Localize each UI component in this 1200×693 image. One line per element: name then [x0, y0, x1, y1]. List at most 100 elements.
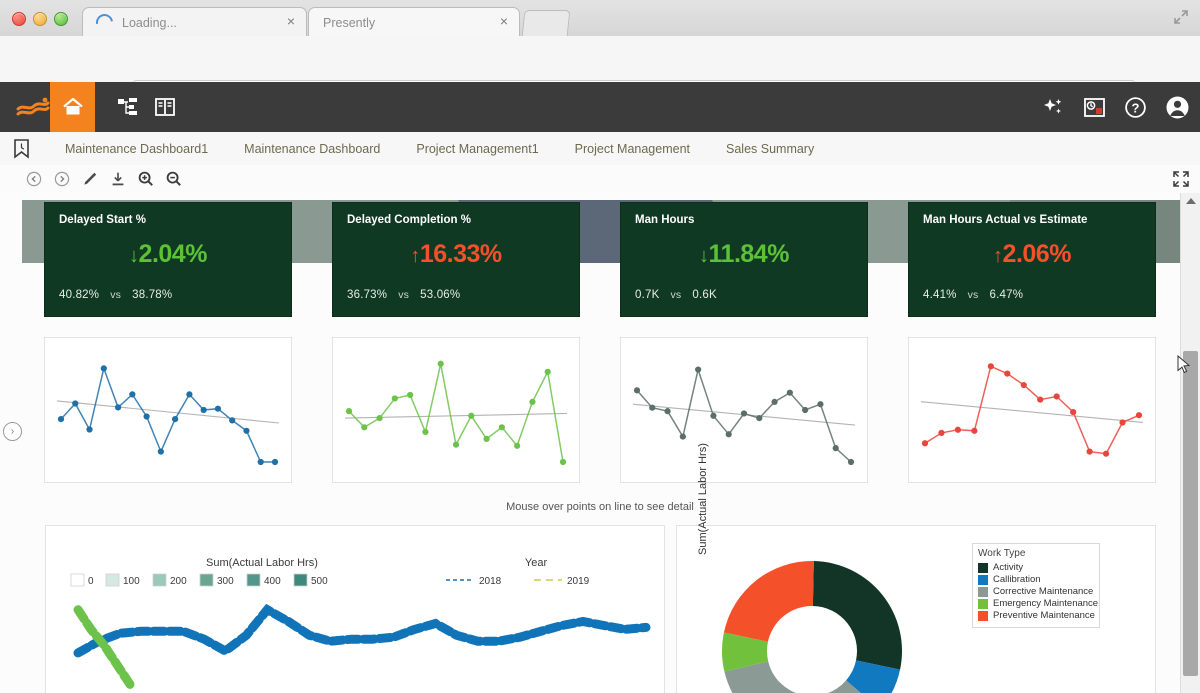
vertical-scrollbar[interactable] — [1180, 193, 1200, 693]
kpi-value: ↑16.33% — [333, 240, 579, 269]
window-controls — [12, 12, 68, 26]
line-chart-panel[interactable]: Sum(Actual Labor Hrs)0100200300400500Yea… — [45, 525, 665, 693]
kpi-trend-arrow: ↑ — [410, 245, 420, 267]
scroll-up-arrow-icon[interactable] — [1186, 198, 1196, 204]
browser-toolbar: » — [0, 36, 1200, 83]
line-series-2018 — [78, 610, 646, 653]
legend-label: Emergency Maintenance — [993, 598, 1098, 609]
forward-circle-icon[interactable] — [54, 171, 70, 187]
minimize-window-button[interactable] — [33, 12, 47, 26]
legend-label: Callibration — [993, 574, 1041, 585]
kpi-vs-label: vs — [110, 289, 121, 301]
sheet-tab-sales-summary[interactable]: Sales Summary — [708, 142, 832, 156]
header-actions: ? — [1041, 82, 1190, 132]
kpi-card-man-hours-actual-vs-estimate[interactable]: Man Hours Actual vs Estimate ↑2.06% 4.41… — [908, 202, 1156, 317]
svg-text:100: 100 — [123, 576, 140, 587]
left-panel-toggle[interactable]: › — [3, 422, 22, 441]
new-tab-button[interactable] — [522, 10, 571, 37]
sheet-tab-bar: Maintenance Dashboard1 Maintenance Dashb… — [0, 132, 1200, 166]
kpi-trend-arrow: ↑ — [993, 245, 1003, 267]
kpi-title: Man Hours Actual vs Estimate — [923, 214, 1087, 226]
user-avatar-icon[interactable] — [1165, 95, 1190, 120]
sparkline-card-man-hours[interactable] — [620, 337, 868, 483]
kpi-current: 4.41% — [923, 289, 957, 301]
browser-tab-loading[interactable]: Loading... × — [82, 7, 307, 37]
back-circle-icon[interactable] — [26, 171, 42, 187]
sparkline-chart — [45, 338, 291, 482]
nav-catalog-button[interactable] — [142, 82, 187, 132]
bookmark-icon[interactable] — [12, 138, 31, 159]
sparkles-icon[interactable] — [1041, 95, 1065, 119]
close-window-button[interactable] — [12, 12, 26, 26]
legend-color-swatch — [978, 587, 988, 597]
legend-swatch-group: 100 — [106, 574, 140, 587]
mouse-over-hint: Mouse over points on line to see detail — [0, 501, 1200, 513]
legend-swatch-group: 0 — [71, 574, 94, 587]
kpi-percent: 2.06% — [1003, 240, 1071, 268]
kpi-trend-arrow: ↓ — [129, 245, 139, 267]
kpi-card-man-hours[interactable]: Man Hours ↓11.84% 0.7Kvs0.6K — [620, 202, 868, 317]
kpi-percent: 16.33% — [420, 240, 502, 268]
mouse-cursor — [1177, 355, 1191, 380]
restore-window-icon[interactable] — [1172, 8, 1190, 26]
svg-text:2019: 2019 — [567, 576, 590, 587]
svg-text:400: 400 — [264, 576, 281, 587]
legend-row[interactable]: Callibration — [978, 574, 1094, 585]
kpi-comparison: 40.82% vs 38.78% — [59, 289, 172, 301]
sheet-tab-maintenance-dashboard[interactable]: Maintenance Dashboard — [226, 142, 398, 156]
svg-text:300: 300 — [217, 576, 234, 587]
legend-color-swatch — [978, 563, 988, 573]
app-header: ? — [0, 82, 1200, 132]
kpi-card-delayed-completion[interactable]: Delayed Completion % ↑16.33% 36.73%vs53.… — [332, 202, 580, 317]
expand-arrows-icon[interactable] — [1172, 170, 1190, 193]
download-icon[interactable] — [110, 171, 126, 187]
legend-swatch-group: 400 — [247, 574, 281, 587]
kpi-card-delayed-start[interactable]: Delayed Start % ↓2.04% 40.82%vs38.78% — [44, 202, 292, 317]
brand-waves-logo[interactable] — [10, 82, 55, 132]
legend-row[interactable]: Corrective Maintenance — [978, 586, 1094, 597]
tab-close-icon[interactable]: × — [285, 16, 297, 28]
app-root: Loading... × Presently × — [0, 0, 1200, 693]
calendar-clock-icon[interactable] — [1083, 96, 1106, 119]
scrollbar-thumb[interactable] — [1183, 351, 1198, 676]
legend-color-swatch — [978, 599, 988, 609]
maximize-window-button[interactable] — [54, 12, 68, 26]
legend-row[interactable]: Emergency Maintenance — [978, 598, 1094, 609]
kpi-vs-label: vs — [398, 289, 409, 301]
legend-row[interactable]: Preventive Maintenance — [978, 610, 1094, 621]
donut-slice — [813, 561, 902, 670]
legend-row[interactable]: Activity — [978, 562, 1094, 573]
kpi-current: 40.82% — [59, 289, 99, 301]
kpi-percent: 11.84% — [709, 240, 789, 268]
sheet-tab-maintenance-dashboard1[interactable]: Maintenance Dashboard1 — [47, 142, 226, 156]
question-circle-icon[interactable]: ? — [1124, 96, 1147, 119]
sheet-tab-project-management1[interactable]: Project Management1 — [398, 142, 556, 156]
kpi-previous: 38.78% — [132, 289, 172, 301]
svg-text:0: 0 — [88, 576, 94, 587]
kpi-comparison: 36.73%vs53.06% — [347, 289, 460, 301]
sheet-tab-project-management[interactable]: Project Management — [557, 142, 708, 156]
zoom-in-icon[interactable] — [138, 171, 154, 187]
sparkline-chart — [333, 338, 579, 482]
kpi-value: ↓2.04% — [45, 240, 291, 269]
svg-text:200: 200 — [170, 576, 187, 587]
legend-label: Corrective Maintenance — [993, 586, 1093, 597]
legend-swatch-group: 500 — [294, 574, 328, 587]
pencil-icon[interactable] — [82, 171, 98, 187]
kpi-comparison: 4.41%vs6.47% — [923, 289, 1023, 301]
kpi-current: 36.73% — [347, 289, 387, 301]
sparkline-card-man-hours-actual-vs-estimate[interactable] — [908, 337, 1156, 483]
kpi-vs-label: vs — [968, 289, 979, 301]
zoom-out-icon[interactable] — [166, 171, 182, 187]
kpi-previous: 0.6K — [692, 289, 716, 301]
legend-swatch-group: 300 — [200, 574, 234, 587]
browser-tab-presently[interactable]: Presently × — [308, 7, 520, 37]
work-type-legend: Work Type ActivityCallibrationCorrective… — [972, 543, 1100, 628]
sparkline-card-delayed-start[interactable] — [44, 337, 292, 483]
svg-text:2018: 2018 — [479, 576, 502, 587]
sparkline-card-delayed-completion[interactable] — [332, 337, 580, 483]
kpi-trend-arrow: ↓ — [699, 245, 709, 267]
tab-close-icon[interactable]: × — [498, 16, 510, 28]
nav-home-button[interactable] — [50, 82, 95, 132]
sparkline-chart — [909, 338, 1155, 482]
